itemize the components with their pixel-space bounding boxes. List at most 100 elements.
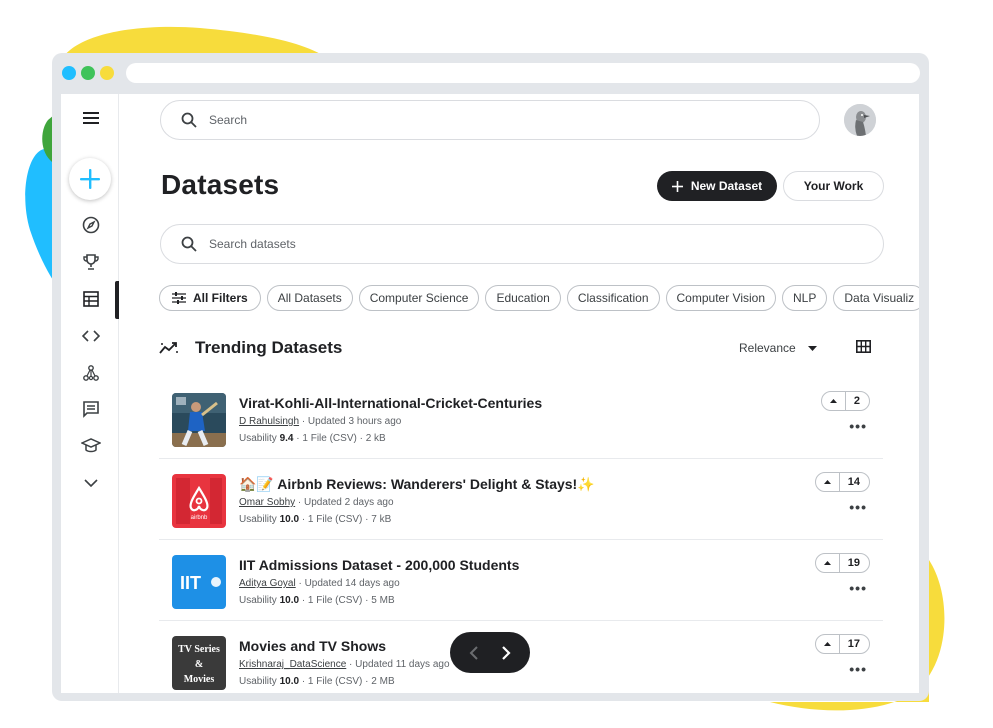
chip-computer-science[interactable]: Computer Science xyxy=(358,285,480,311)
more-options-icon[interactable]: ••• xyxy=(849,500,867,514)
dataset-meta: Omar Sobhy · Updated 2 days ago xyxy=(239,497,394,508)
carousel-prev-button[interactable] xyxy=(469,645,479,661)
upvote-button[interactable] xyxy=(816,473,840,491)
caret-up-icon xyxy=(823,561,831,565)
more-options-icon[interactable]: ••• xyxy=(849,419,867,433)
upvote-button[interactable] xyxy=(822,392,846,410)
caret-down-icon xyxy=(807,345,817,351)
sort-label: Relevance xyxy=(739,341,796,355)
dataset-thumbnail-airbnb: airbnb xyxy=(172,474,226,528)
dataset-thumbnail-iit: IIT xyxy=(172,555,226,609)
address-bar[interactable] xyxy=(126,63,920,83)
upvote-control: 19 xyxy=(814,553,870,573)
dataset-usability: Usability 10.0 · 1 File (CSV) · 2 MB xyxy=(239,676,395,687)
all-filters-button[interactable]: All Filters xyxy=(159,285,261,311)
carousel-next-button[interactable] xyxy=(501,645,511,661)
all-filters-label: All Filters xyxy=(193,291,248,305)
dataset-title[interactable]: 🏠📝 Airbnb Reviews: Wanderers' Delight & … xyxy=(239,476,595,493)
dataset-author[interactable]: Aditya Goyal xyxy=(239,578,296,589)
sidebar xyxy=(61,94,119,693)
caret-up-icon xyxy=(829,399,837,403)
dataset-updated: · Updated 2 days ago xyxy=(295,497,394,508)
global-search-input[interactable] xyxy=(209,113,709,127)
chip-data-visualization[interactable]: Data Visualiz xyxy=(833,285,919,311)
tv-thumb-text-1: TV Series xyxy=(178,644,220,655)
dataset-author[interactable]: Krishnaraj_DataScience xyxy=(239,659,346,670)
table-icon[interactable] xyxy=(80,288,102,310)
vote-count: 17 xyxy=(847,638,860,650)
iit-logo-text: IIT xyxy=(180,573,201,593)
discussion-icon[interactable] xyxy=(80,398,102,420)
caret-up-icon xyxy=(823,642,831,646)
dataset-thumbnail-movies: TV Series & Movies xyxy=(172,636,226,690)
chip-computer-vision[interactable]: Computer Vision xyxy=(665,285,777,311)
chip-education[interactable]: Education xyxy=(485,285,561,311)
dataset-file-details: · 1 File (CSV) · 2 MB xyxy=(299,676,395,687)
dataset-title[interactable]: IIT Admissions Dataset - 200,000 Student… xyxy=(239,557,519,573)
window-dot-yellow[interactable] xyxy=(100,66,114,80)
usability-score: 9.4 xyxy=(279,433,294,444)
create-button[interactable] xyxy=(69,158,111,200)
vote-count: 19 xyxy=(847,557,860,569)
dataset-meta: Aditya Goyal · Updated 14 days ago xyxy=(239,578,400,589)
user-avatar[interactable] xyxy=(844,104,876,136)
trophy-icon[interactable] xyxy=(80,251,102,273)
chip-nlp[interactable]: NLP xyxy=(782,285,828,311)
vote-count: 14 xyxy=(847,476,860,488)
more-options-icon[interactable]: ••• xyxy=(849,662,867,676)
global-search-bar[interactable] xyxy=(160,100,820,140)
chevron-down-icon[interactable] xyxy=(80,472,102,494)
page-content: Datasets New Dataset Your Work All Filte… xyxy=(61,94,919,693)
window-dot-green[interactable] xyxy=(81,66,95,80)
caret-up-icon xyxy=(823,480,831,484)
new-dataset-button[interactable]: New Dataset xyxy=(657,171,777,201)
chip-all-datasets[interactable]: All Datasets xyxy=(266,285,353,311)
usability-label: Usability xyxy=(239,433,280,444)
upvote-button[interactable] xyxy=(816,554,840,572)
window-controls xyxy=(62,66,114,80)
dataset-search-input[interactable] xyxy=(209,237,709,251)
your-work-button[interactable]: Your Work xyxy=(783,171,884,201)
dataset-title[interactable]: Virat-Kohli-All-International-Cricket-Ce… xyxy=(239,395,542,411)
dataset-thumbnail-cricket xyxy=(172,393,226,447)
dataset-updated: · Updated 3 hours ago xyxy=(299,416,402,427)
chip-classification[interactable]: Classification xyxy=(566,285,660,311)
grid-icon xyxy=(856,340,871,353)
compass-icon[interactable] xyxy=(80,214,102,236)
upvote-button[interactable] xyxy=(816,635,840,653)
dataset-author[interactable]: D Rahulsingh xyxy=(239,416,299,427)
dataset-row[interactable]: Virat-Kohli-All-International-Cricket-Ce… xyxy=(159,378,883,459)
dataset-row[interactable]: IIT IIT Admissions Dataset - 200,000 Stu… xyxy=(159,540,883,621)
plus-icon xyxy=(671,180,683,192)
upvote-control: 2 xyxy=(820,391,870,411)
dataset-author[interactable]: Omar Sobhy xyxy=(239,497,295,508)
window-dot-blue[interactable] xyxy=(62,66,76,80)
menu-icon[interactable] xyxy=(80,107,102,129)
learn-icon[interactable] xyxy=(80,435,102,457)
dataset-updated: · Updated 11 days ago xyxy=(346,659,450,670)
trending-header: Trending Datasets xyxy=(159,338,342,358)
chevron-right-icon xyxy=(502,645,511,660)
airbnb-logo-text: airbnb xyxy=(191,515,208,521)
dataset-title[interactable]: Movies and TV Shows xyxy=(239,638,386,654)
dataset-meta: Krishnaraj_DataScience · Updated 11 days… xyxy=(239,659,450,670)
usability-score: 10.0 xyxy=(279,676,300,687)
dataset-row[interactable]: airbnb 🏠📝 Airbnb Reviews: Wanderers' Del… xyxy=(159,459,883,540)
upvote-control: 14 xyxy=(814,472,870,492)
dataset-file-details: · 1 File (CSV) · 7 kB xyxy=(299,514,392,525)
vote-count: 2 xyxy=(853,395,860,407)
more-options-icon[interactable]: ••• xyxy=(849,581,867,595)
dataset-meta: D Rahulsingh · Updated 3 hours ago xyxy=(239,416,401,427)
code-icon[interactable] xyxy=(80,325,102,347)
models-icon[interactable] xyxy=(80,362,102,384)
your-work-label: Your Work xyxy=(803,179,864,193)
dataset-search-bar[interactable] xyxy=(160,224,884,264)
dataset-updated: · Updated 14 days ago xyxy=(295,578,400,589)
dataset-file-details: · 1 File (CSV) · 5 MB xyxy=(299,595,395,606)
stage: Datasets New Dataset Your Work All Filte… xyxy=(0,0,993,728)
main-area: Datasets New Dataset Your Work All Filte… xyxy=(119,94,919,693)
sort-dropdown[interactable]: Relevance xyxy=(739,341,817,355)
dataset-usability: Usability 10.0 · 1 File (CSV) · 5 MB xyxy=(239,595,395,606)
grid-view-toggle[interactable] xyxy=(856,340,871,358)
usability-label: Usability xyxy=(239,595,280,606)
